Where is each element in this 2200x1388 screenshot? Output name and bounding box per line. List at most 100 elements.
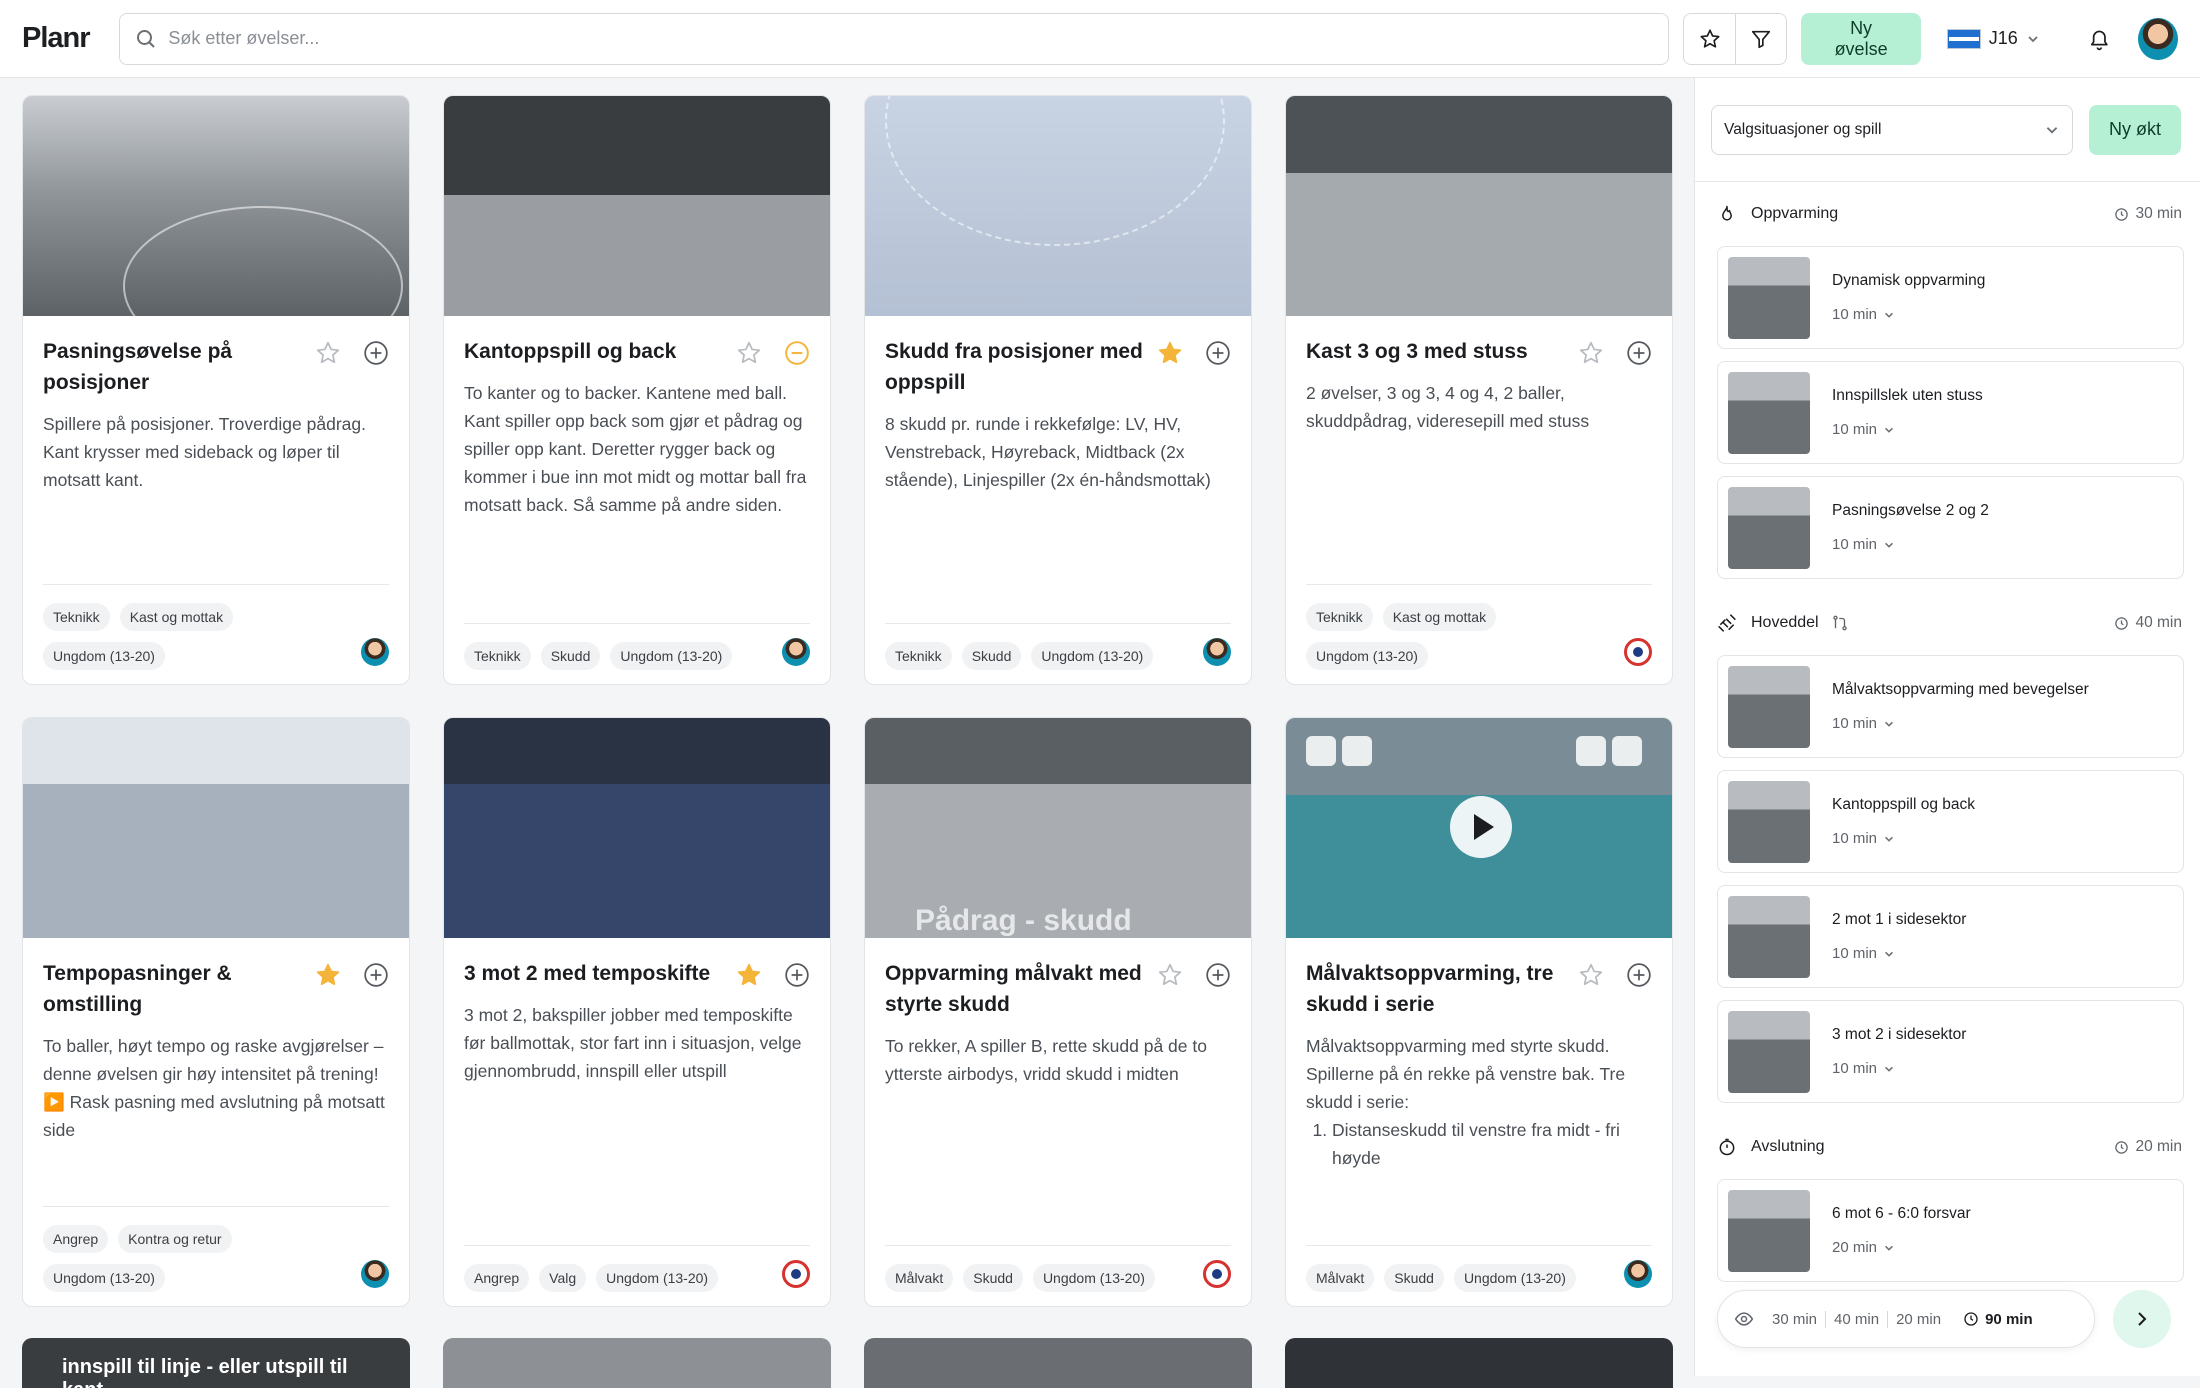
play-icon[interactable] <box>1450 796 1512 858</box>
duration-value: 10 min <box>1832 306 1878 323</box>
star-filled-icon[interactable] <box>736 962 762 988</box>
search-input[interactable] <box>168 28 1669 49</box>
session-item[interactable]: Dynamisk oppvarming 10 min <box>1717 246 2184 349</box>
star-outline-icon[interactable] <box>1578 340 1604 366</box>
user-avatar[interactable] <box>2138 17 2178 60</box>
tag[interactable]: Angrep <box>43 1225 109 1253</box>
next-button[interactable] <box>2113 1290 2171 1348</box>
add-circle-icon[interactable] <box>1626 340 1652 366</box>
team-selector[interactable]: J16 <box>1946 28 2040 49</box>
duration-dropdown[interactable]: 10 min <box>1832 715 2089 732</box>
exercise-card[interactable]: Pådrag - skudd Oppvarming målvakt med st… <box>864 717 1252 1307</box>
app-logo[interactable]: Planr <box>22 22 97 55</box>
exercise-video-thumbnail[interactable] <box>1286 718 1672 938</box>
star-outline-icon[interactable] <box>315 340 341 366</box>
exercise-card[interactable]: Målvaktsoppvarming, tre skudd i serie Må… <box>1285 717 1673 1307</box>
tag[interactable]: Kast og mottak <box>1382 603 1497 631</box>
star-outline-icon[interactable] <box>736 340 762 366</box>
new-session-button[interactable]: Ny økt <box>2089 104 2181 155</box>
tag[interactable]: Ungdom (13-20) <box>1031 642 1154 670</box>
favorites-filter-button[interactable] <box>1684 14 1735 64</box>
tag[interactable]: Skudd <box>961 642 1022 670</box>
session-item[interactable]: Kantoppspill og back 10 min <box>1717 770 2184 873</box>
add-circle-icon[interactable] <box>363 962 389 988</box>
add-circle-icon[interactable] <box>1626 962 1652 988</box>
exercise-card-partial[interactable] <box>1285 1338 1673 1388</box>
duration-dropdown[interactable]: 10 min <box>1832 306 1985 323</box>
exercise-card[interactable]: Kantoppspill og back To kanter og to bac… <box>443 95 831 685</box>
exercise-card[interactable]: 3 mot 2 med temposkifte 3 mot 2, bakspil… <box>443 717 831 1307</box>
new-exercise-button[interactable]: Ny øvelse <box>1801 12 1921 65</box>
exercise-card-partial[interactable] <box>443 1338 831 1388</box>
exercise-thumbnail[interactable] <box>1286 96 1672 316</box>
tag[interactable]: Skudd <box>1384 1264 1444 1292</box>
exercise-card[interactable]: Pasningsøvelse på posisjoner Spillere på… <box>22 95 410 685</box>
tag[interactable]: Ungdom (13-20) <box>43 1264 165 1292</box>
session-item[interactable]: Innspillslek uten stuss 10 min <box>1717 361 2184 464</box>
filter-button[interactable] <box>1735 13 1786 64</box>
session-item[interactable]: 2 mot 1 i sidesektor 10 min <box>1717 885 2184 988</box>
session-item-thumbnail <box>1728 256 1810 339</box>
session-item-title: 2 mot 1 i sidesektor <box>1832 911 1967 928</box>
duration-dropdown[interactable]: 10 min <box>1832 421 1983 438</box>
device-icon[interactable] <box>1342 736 1372 766</box>
star-outline-icon[interactable] <box>1578 962 1604 988</box>
tag[interactable]: Skudd <box>540 642 601 670</box>
add-circle-icon[interactable] <box>784 962 810 988</box>
tag[interactable]: Ungdom (13-20) <box>43 642 165 670</box>
tag[interactable]: Teknikk <box>464 642 531 670</box>
tag[interactable]: Teknikk <box>885 642 952 670</box>
exercise-card-partial[interactable] <box>864 1338 1252 1388</box>
tag[interactable]: Kast og mottak <box>119 603 234 631</box>
exercise-card-partial[interactable]: innspill til linje - eller utspill til k… <box>22 1338 410 1388</box>
tag[interactable]: Ungdom (13-20) <box>1306 642 1428 670</box>
duration-dropdown[interactable]: 10 min <box>1832 830 1975 847</box>
exercise-card[interactable]: Skudd fra posisjoner med oppspill 8 skud… <box>864 95 1252 685</box>
remove-circle-icon[interactable] <box>784 340 810 366</box>
add-circle-icon[interactable] <box>1205 962 1231 988</box>
duration-dropdown[interactable]: 20 min <box>1832 1239 1971 1256</box>
duration-value: 10 min <box>1832 421 1878 438</box>
duration-dropdown[interactable]: 10 min <box>1832 1060 1966 1077</box>
tag[interactable]: Målvakt <box>1306 1264 1375 1292</box>
tag[interactable]: Skudd <box>963 1264 1023 1292</box>
session-template-select[interactable]: Valgsituasjoner og spill <box>1711 104 2073 155</box>
tag[interactable]: Valg <box>539 1264 587 1292</box>
session-item[interactable]: Pasningsøvelse 2 og 2 10 min <box>1717 476 2184 579</box>
trash-icon[interactable] <box>1612 736 1642 766</box>
eye-icon[interactable] <box>1734 1309 1754 1329</box>
duration-dropdown[interactable]: 10 min <box>1832 945 1966 962</box>
session-summary[interactable]: 30 min 40 min 20 min 90 min <box>1717 1290 2095 1348</box>
tag[interactable]: Ungdom (13-20) <box>1032 1264 1155 1292</box>
tag[interactable]: Ungdom (13-20) <box>610 642 733 670</box>
branch-icon[interactable] <box>1831 614 1849 632</box>
exercise-thumbnail[interactable] <box>444 96 830 316</box>
exercise-thumbnail[interactable] <box>23 718 409 938</box>
exercise-card[interactable]: Kast 3 og 3 med stuss 2 øvelser, 3 og 3,… <box>1285 95 1673 685</box>
tag[interactable]: Teknikk <box>1306 603 1373 631</box>
add-circle-icon[interactable] <box>1205 340 1231 366</box>
exercise-thumbnail[interactable] <box>444 718 830 938</box>
star-filled-icon[interactable] <box>1157 340 1183 366</box>
session-item[interactable]: 6 mot 6 - 6:0 forsvar 20 min <box>1717 1179 2184 1282</box>
tag[interactable]: Ungdom (13-20) <box>596 1264 719 1292</box>
exercise-thumbnail[interactable]: Pådrag - skudd <box>865 718 1251 938</box>
tag[interactable]: Teknikk <box>43 603 110 631</box>
session-item[interactable]: Målvaktsoppvarming med bevegelser 10 min <box>1717 655 2184 758</box>
duration-dropdown[interactable]: 10 min <box>1832 536 1989 553</box>
session-item[interactable]: 3 mot 2 i sidesektor 10 min <box>1717 1000 2184 1103</box>
exercise-thumbnail[interactable] <box>865 96 1251 316</box>
tag[interactable]: Kontra og retur <box>118 1225 232 1253</box>
edit-icon[interactable] <box>1576 736 1606 766</box>
bell-icon[interactable] <box>2088 27 2111 51</box>
add-circle-icon[interactable] <box>363 340 389 366</box>
tag[interactable]: Ungdom (13-20) <box>1453 1264 1576 1292</box>
star-outline-icon[interactable] <box>1157 962 1183 988</box>
tag[interactable]: Målvakt <box>885 1264 954 1292</box>
tag[interactable]: Angrep <box>464 1264 530 1292</box>
exercise-card[interactable]: Tempopasninger & omstilling To baller, h… <box>22 717 410 1307</box>
exercise-thumbnail[interactable] <box>23 96 409 316</box>
star-filled-icon[interactable] <box>315 962 341 988</box>
people-icon[interactable] <box>1306 736 1336 766</box>
search-bar[interactable] <box>119 12 1670 65</box>
